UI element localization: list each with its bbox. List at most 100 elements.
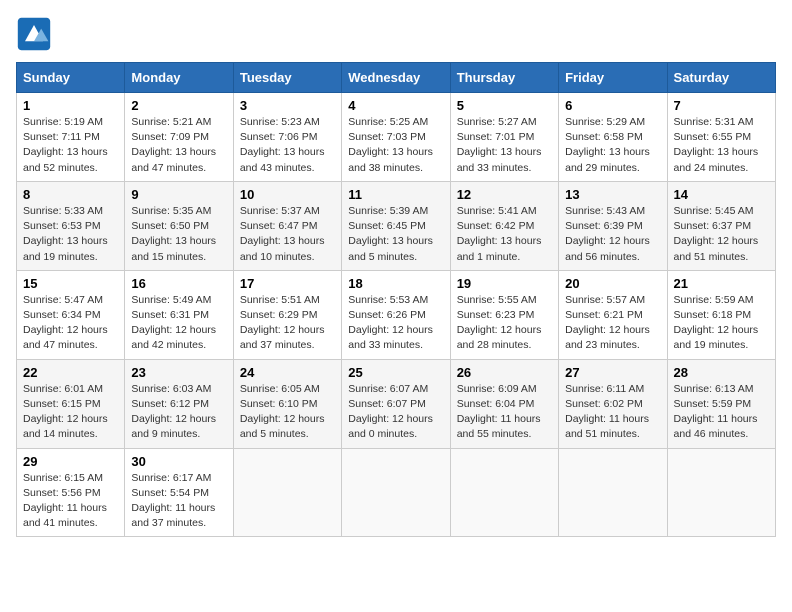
- calendar-header-row: SundayMondayTuesdayWednesdayThursdayFrid…: [17, 63, 776, 93]
- day-number: 5: [457, 98, 552, 113]
- calendar-cell: 28 Sunrise: 6:13 AMSunset: 5:59 PMDayligh…: [667, 359, 775, 448]
- calendar-table: SundayMondayTuesdayWednesdayThursdayFrid…: [16, 62, 776, 537]
- day-info: Sunrise: 5:39 AMSunset: 6:45 PMDaylight:…: [348, 205, 433, 263]
- day-number: 1: [23, 98, 118, 113]
- header-saturday: Saturday: [667, 63, 775, 93]
- calendar-cell: [342, 448, 450, 537]
- calendar-cell: 10 Sunrise: 5:37 AMSunset: 6:47 PMDayligh…: [233, 181, 341, 270]
- header-sunday: Sunday: [17, 63, 125, 93]
- day-info: Sunrise: 6:05 AMSunset: 6:10 PMDaylight:…: [240, 383, 325, 441]
- day-number: 23: [131, 365, 226, 380]
- calendar-cell: 9 Sunrise: 5:35 AMSunset: 6:50 PMDaylight…: [125, 181, 233, 270]
- day-number: 22: [23, 365, 118, 380]
- day-number: 2: [131, 98, 226, 113]
- day-info: Sunrise: 5:25 AMSunset: 7:03 PMDaylight:…: [348, 116, 433, 174]
- calendar-cell: 30 Sunrise: 6:17 AMSunset: 5:54 PMDayligh…: [125, 448, 233, 537]
- calendar-cell: 29Sunrise: 6:15 AMSunset: 5:56 PMDayligh…: [17, 448, 125, 537]
- week-row-1: 1 Sunrise: 5:19 AMSunset: 7:11 PMDaylight…: [17, 93, 776, 182]
- calendar-cell: 15 Sunrise: 5:47 AMSunset: 6:34 PMDayligh…: [17, 270, 125, 359]
- day-number: 11: [348, 187, 443, 202]
- calendar-cell: 13Sunrise: 5:43 AMSunset: 6:39 PMDayligh…: [559, 181, 667, 270]
- day-info: Sunrise: 6:01 AMSunset: 6:15 PMDaylight:…: [23, 383, 108, 441]
- calendar-cell: 11 Sunrise: 5:39 AMSunset: 6:45 PMDayligh…: [342, 181, 450, 270]
- calendar-cell: 23Sunrise: 6:03 AMSunset: 6:12 PMDayligh…: [125, 359, 233, 448]
- day-info: Sunrise: 5:43 AMSunset: 6:39 PMDaylight:…: [565, 205, 650, 263]
- logo: [16, 16, 58, 52]
- day-info: Sunrise: 6:11 AMSunset: 6:02 PMDaylight:…: [565, 383, 649, 441]
- day-number: 16: [131, 276, 226, 291]
- day-info: Sunrise: 5:19 AMSunset: 7:11 PMDaylight:…: [23, 116, 108, 174]
- calendar-cell: 3Sunrise: 5:23 AMSunset: 7:06 PMDaylight…: [233, 93, 341, 182]
- day-info: Sunrise: 5:31 AMSunset: 6:55 PMDaylight:…: [674, 116, 759, 174]
- calendar-cell: 18 Sunrise: 5:53 AMSunset: 6:26 PMDayligh…: [342, 270, 450, 359]
- day-number: 12: [457, 187, 552, 202]
- calendar-cell: [559, 448, 667, 537]
- calendar-cell: [233, 448, 341, 537]
- day-info: Sunrise: 6:13 AMSunset: 5:59 PMDaylight:…: [674, 383, 758, 441]
- calendar-cell: 19 Sunrise: 5:55 AMSunset: 6:23 PMDayligh…: [450, 270, 558, 359]
- calendar-cell: 6Sunrise: 5:29 AMSunset: 6:58 PMDaylight…: [559, 93, 667, 182]
- day-number: 9: [131, 187, 226, 202]
- day-info: Sunrise: 5:47 AMSunset: 6:34 PMDaylight:…: [23, 294, 108, 352]
- week-row-2: 8Sunrise: 5:33 AMSunset: 6:53 PMDaylight…: [17, 181, 776, 270]
- day-info: Sunrise: 5:55 AMSunset: 6:23 PMDaylight:…: [457, 294, 542, 352]
- page-header: [16, 16, 776, 52]
- calendar-cell: [667, 448, 775, 537]
- calendar-cell: 7 Sunrise: 5:31 AMSunset: 6:55 PMDaylight…: [667, 93, 775, 182]
- calendar-cell: 21 Sunrise: 5:59 AMSunset: 6:18 PMDayligh…: [667, 270, 775, 359]
- day-number: 14: [674, 187, 769, 202]
- day-number: 20: [565, 276, 660, 291]
- day-number: 25: [348, 365, 443, 380]
- calendar-cell: 27 Sunrise: 6:11 AMSunset: 6:02 PMDayligh…: [559, 359, 667, 448]
- day-info: Sunrise: 5:37 AMSunset: 6:47 PMDaylight:…: [240, 205, 325, 263]
- day-info: Sunrise: 6:07 AMSunset: 6:07 PMDaylight:…: [348, 383, 433, 441]
- calendar-cell: 24 Sunrise: 6:05 AMSunset: 6:10 PMDayligh…: [233, 359, 341, 448]
- calendar-cell: 8Sunrise: 5:33 AMSunset: 6:53 PMDaylight…: [17, 181, 125, 270]
- day-number: 26: [457, 365, 552, 380]
- day-info: Sunrise: 5:35 AMSunset: 6:50 PMDaylight:…: [131, 205, 216, 263]
- calendar-cell: 12 Sunrise: 5:41 AMSunset: 6:42 PMDayligh…: [450, 181, 558, 270]
- calendar-cell: 14 Sunrise: 5:45 AMSunset: 6:37 PMDayligh…: [667, 181, 775, 270]
- day-info: Sunrise: 6:17 AMSunset: 5:54 PMDaylight:…: [131, 472, 215, 530]
- day-info: Sunrise: 5:27 AMSunset: 7:01 PMDaylight:…: [457, 116, 542, 174]
- week-row-4: 22 Sunrise: 6:01 AMSunset: 6:15 PMDayligh…: [17, 359, 776, 448]
- calendar-cell: 22 Sunrise: 6:01 AMSunset: 6:15 PMDayligh…: [17, 359, 125, 448]
- day-info: Sunrise: 5:59 AMSunset: 6:18 PMDaylight:…: [674, 294, 759, 352]
- calendar-cell: 25 Sunrise: 6:07 AMSunset: 6:07 PMDayligh…: [342, 359, 450, 448]
- day-info: Sunrise: 5:57 AMSunset: 6:21 PMDaylight:…: [565, 294, 650, 352]
- day-number: 19: [457, 276, 552, 291]
- header-wednesday: Wednesday: [342, 63, 450, 93]
- day-number: 28: [674, 365, 769, 380]
- day-number: 29: [23, 454, 118, 469]
- day-number: 3: [240, 98, 335, 113]
- day-info: Sunrise: 5:45 AMSunset: 6:37 PMDaylight:…: [674, 205, 759, 263]
- logo-icon: [16, 16, 52, 52]
- day-number: 24: [240, 365, 335, 380]
- day-number: 18: [348, 276, 443, 291]
- day-info: Sunrise: 5:53 AMSunset: 6:26 PMDaylight:…: [348, 294, 433, 352]
- calendar-cell: 1 Sunrise: 5:19 AMSunset: 7:11 PMDaylight…: [17, 93, 125, 182]
- calendar-cell: 17 Sunrise: 5:51 AMSunset: 6:29 PMDayligh…: [233, 270, 341, 359]
- day-number: 10: [240, 187, 335, 202]
- day-number: 21: [674, 276, 769, 291]
- day-number: 7: [674, 98, 769, 113]
- day-number: 27: [565, 365, 660, 380]
- day-number: 8: [23, 187, 118, 202]
- header-monday: Monday: [125, 63, 233, 93]
- day-number: 17: [240, 276, 335, 291]
- day-info: Sunrise: 5:29 AMSunset: 6:58 PMDaylight:…: [565, 116, 650, 174]
- day-info: Sunrise: 6:09 AMSunset: 6:04 PMDaylight:…: [457, 383, 541, 441]
- calendar-body: 1 Sunrise: 5:19 AMSunset: 7:11 PMDaylight…: [17, 93, 776, 537]
- calendar-cell: [450, 448, 558, 537]
- calendar-cell: 4 Sunrise: 5:25 AMSunset: 7:03 PMDaylight…: [342, 93, 450, 182]
- calendar-cell: 20 Sunrise: 5:57 AMSunset: 6:21 PMDayligh…: [559, 270, 667, 359]
- day-number: 4: [348, 98, 443, 113]
- day-number: 15: [23, 276, 118, 291]
- calendar-cell: 5 Sunrise: 5:27 AMSunset: 7:01 PMDaylight…: [450, 93, 558, 182]
- header-friday: Friday: [559, 63, 667, 93]
- calendar-cell: 2Sunrise: 5:21 AMSunset: 7:09 PMDaylight…: [125, 93, 233, 182]
- week-row-5: 29Sunrise: 6:15 AMSunset: 5:56 PMDayligh…: [17, 448, 776, 537]
- day-info: Sunrise: 5:51 AMSunset: 6:29 PMDaylight:…: [240, 294, 325, 352]
- day-number: 30: [131, 454, 226, 469]
- day-info: Sunrise: 5:41 AMSunset: 6:42 PMDaylight:…: [457, 205, 542, 263]
